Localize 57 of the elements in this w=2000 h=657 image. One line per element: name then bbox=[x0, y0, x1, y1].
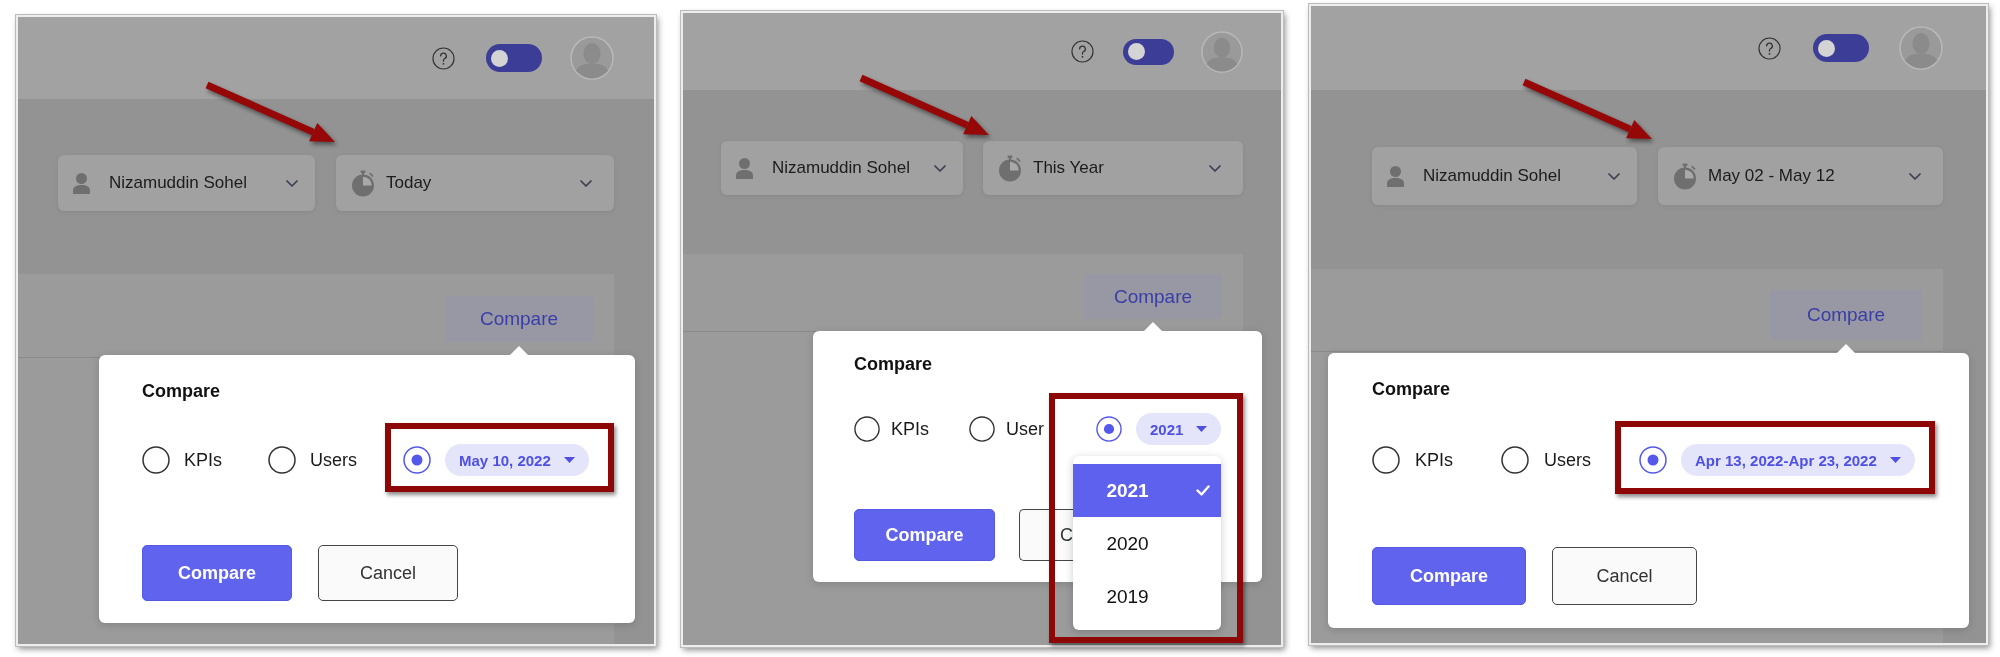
help-icon[interactable] bbox=[1758, 36, 1781, 60]
popover-title: Compare bbox=[1372, 378, 1451, 400]
theme-toggle[interactable] bbox=[1123, 38, 1174, 65]
popover-title: Compare bbox=[142, 380, 221, 402]
chevron-down-icon bbox=[286, 179, 298, 187]
radio-button[interactable] bbox=[1639, 446, 1668, 474]
radio-label[interactable]: KPIs bbox=[1415, 449, 1453, 471]
help-icon[interactable] bbox=[1071, 40, 1094, 63]
help-icon[interactable] bbox=[432, 46, 455, 70]
radio-button[interactable] bbox=[969, 416, 995, 442]
chevron-down-icon bbox=[580, 179, 592, 187]
radio-label[interactable]: KPIs bbox=[891, 418, 929, 440]
person-icon bbox=[72, 171, 91, 195]
menu-item[interactable]: 2019 bbox=[1073, 570, 1222, 623]
period-dropdown[interactable]: May 02 - May 12 bbox=[1658, 147, 1943, 205]
menu-item[interactable]: 2021 bbox=[1073, 464, 1222, 517]
compare-button[interactable]: Compare bbox=[1372, 547, 1526, 605]
person-icon bbox=[1386, 164, 1405, 188]
radio-label[interactable]: Users bbox=[1544, 449, 1592, 471]
cancel-button[interactable]: Cancel bbox=[1552, 547, 1697, 605]
caret-down-icon bbox=[1889, 457, 1901, 463]
theme-toggle[interactable] bbox=[1813, 34, 1869, 62]
popover-title: Compare bbox=[854, 353, 933, 375]
radio-button[interactable] bbox=[403, 446, 432, 474]
compare-button[interactable]: Compare bbox=[854, 509, 995, 561]
stopwatch-icon bbox=[1673, 162, 1697, 190]
radio-label[interactable]: KPIs bbox=[184, 449, 222, 471]
period-dropdown[interactable]: This Year bbox=[983, 141, 1243, 195]
caret-down-icon bbox=[1196, 426, 1208, 432]
period-select[interactable]: Apr 13, 2022-Apr 23, 2022 bbox=[1681, 444, 1915, 476]
user-dropdown[interactable]: Nizamuddin Sohel bbox=[1372, 147, 1637, 205]
menu-item[interactable]: 2020 bbox=[1073, 517, 1222, 570]
chevron-down-icon bbox=[1909, 172, 1921, 180]
theme-toggle[interactable] bbox=[486, 44, 542, 72]
chevron-down-icon bbox=[1209, 164, 1221, 172]
caret-down-icon bbox=[563, 457, 575, 463]
radio-button[interactable] bbox=[854, 416, 880, 442]
radio-button[interactable] bbox=[1372, 446, 1400, 474]
period-dropdown[interactable]: Today bbox=[336, 155, 614, 211]
stopwatch-icon bbox=[351, 169, 375, 197]
compare-button[interactable]: Compare bbox=[142, 545, 292, 601]
user-dropdown[interactable]: Nizamuddin Sohel bbox=[58, 155, 315, 211]
period-select[interactable]: May 10, 2022 bbox=[445, 444, 589, 476]
chevron-down-icon bbox=[1608, 172, 1620, 180]
radio-button[interactable] bbox=[268, 446, 296, 474]
check-icon bbox=[1196, 485, 1211, 496]
user-dropdown[interactable]: Nizamuddin Sohel bbox=[721, 141, 963, 195]
period-select[interactable]: 2021 bbox=[1136, 413, 1222, 445]
person-icon bbox=[735, 156, 754, 180]
chevron-down-icon bbox=[934, 164, 946, 172]
radio-button[interactable] bbox=[142, 446, 170, 474]
cancel-button[interactable]: Cancel bbox=[318, 545, 458, 601]
radio-label[interactable]: User bbox=[1006, 418, 1045, 440]
stopwatch-icon bbox=[998, 154, 1022, 182]
radio-label[interactable]: Users bbox=[310, 449, 358, 471]
radio-button[interactable] bbox=[1501, 446, 1529, 474]
radio-button[interactable] bbox=[1096, 416, 1123, 442]
